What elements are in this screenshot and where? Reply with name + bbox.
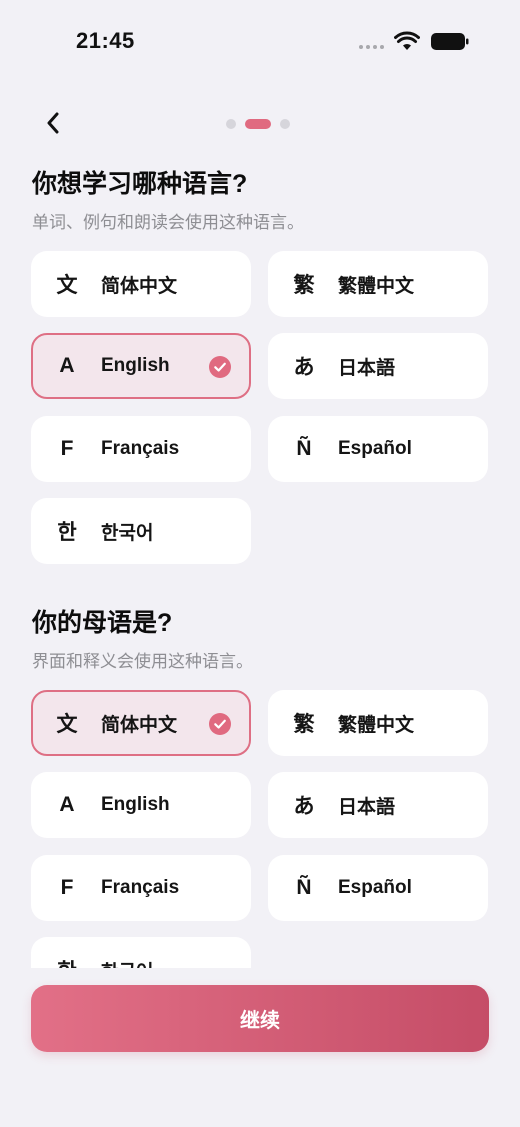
native-option-french[interactable]: F Français: [31, 855, 251, 921]
language-label: 繁體中文: [338, 714, 415, 736]
page-indicator: [226, 119, 290, 129]
learn-option-korean[interactable]: 한 한국어: [31, 498, 251, 564]
check-circle-icon: [209, 713, 231, 735]
language-label: 한국어: [101, 522, 154, 544]
language-label: English: [101, 794, 170, 815]
language-glyph: 繁: [293, 713, 315, 736]
language-label: Español: [338, 877, 412, 898]
native-option-japanese[interactable]: あ 日本語: [268, 772, 488, 838]
page-dot: [280, 119, 290, 129]
status-bar: 21:45: [0, 0, 520, 84]
status-time: 21:45: [76, 28, 135, 53]
language-glyph: Ñ: [296, 876, 312, 899]
language-label: 日本語: [338, 357, 396, 379]
language-label: 한국어: [101, 957, 153, 969]
cellular-signal-icon: [359, 45, 384, 49]
learn-option-zh-hans[interactable]: 文 简体中文: [31, 251, 251, 317]
language-label: Français: [101, 438, 180, 459]
language-glyph: F: [60, 876, 74, 899]
page-dot-active: [245, 119, 271, 129]
learn-language-subtitle: 单词、例句和朗读会使用这种语言。: [32, 213, 304, 232]
learn-option-french[interactable]: F Français: [31, 416, 251, 482]
language-glyph: A: [59, 793, 75, 816]
language-label: 简体中文: [101, 275, 178, 297]
native-language-title: 你的母语是?: [32, 609, 173, 637]
language-glyph: 文: [56, 274, 78, 297]
page-dot: [226, 119, 236, 129]
learn-option-english[interactable]: A English: [31, 333, 251, 399]
language-label: Français: [101, 877, 180, 898]
chevron-left-icon: [47, 112, 59, 134]
wifi-icon: [394, 31, 420, 50]
language-glyph: A: [59, 354, 75, 377]
language-glyph: Ñ: [296, 437, 312, 460]
language-glyph: あ: [293, 356, 315, 379]
continue-button[interactable]: 继续: [31, 985, 489, 1052]
language-label: 简体中文: [101, 714, 178, 736]
learn-option-spanish[interactable]: Ñ Español: [268, 416, 488, 482]
language-glyph: F: [60, 437, 74, 460]
learn-option-japanese[interactable]: あ 日本語: [268, 333, 488, 399]
scroll-content[interactable]: 你想学习哪种语言? 单词、例句和朗读会使用这种语言。 文 简体中文 繁 繁體中文…: [0, 150, 520, 968]
language-glyph: 文: [56, 713, 78, 736]
native-option-zh-hant[interactable]: 繁 繁體中文: [268, 690, 488, 756]
language-glyph: 한: [33, 955, 101, 968]
native-option-english[interactable]: A English: [31, 772, 251, 838]
language-glyph: あ: [293, 795, 315, 818]
check-circle-icon: [209, 356, 231, 378]
native-option-spanish[interactable]: Ñ Español: [268, 855, 488, 921]
native-option-zh-hans[interactable]: 文 简体中文: [31, 690, 251, 756]
native-option-korean[interactable]: 한 한국어: [31, 937, 251, 968]
learn-option-zh-hant[interactable]: 繁 繁體中文: [268, 251, 488, 317]
language-label: 繁體中文: [338, 275, 415, 297]
back-button[interactable]: [38, 108, 68, 138]
language-glyph: 한: [57, 521, 77, 544]
language-label: Español: [338, 438, 412, 459]
language-label: 日本語: [338, 796, 396, 818]
learn-language-title: 你想学习哪种语言?: [32, 170, 248, 198]
battery-icon: [431, 33, 469, 50]
native-language-subtitle: 界面和释义会使用这种语言。: [32, 652, 253, 671]
language-glyph: 繁: [293, 274, 315, 297]
language-label: English: [101, 355, 170, 376]
